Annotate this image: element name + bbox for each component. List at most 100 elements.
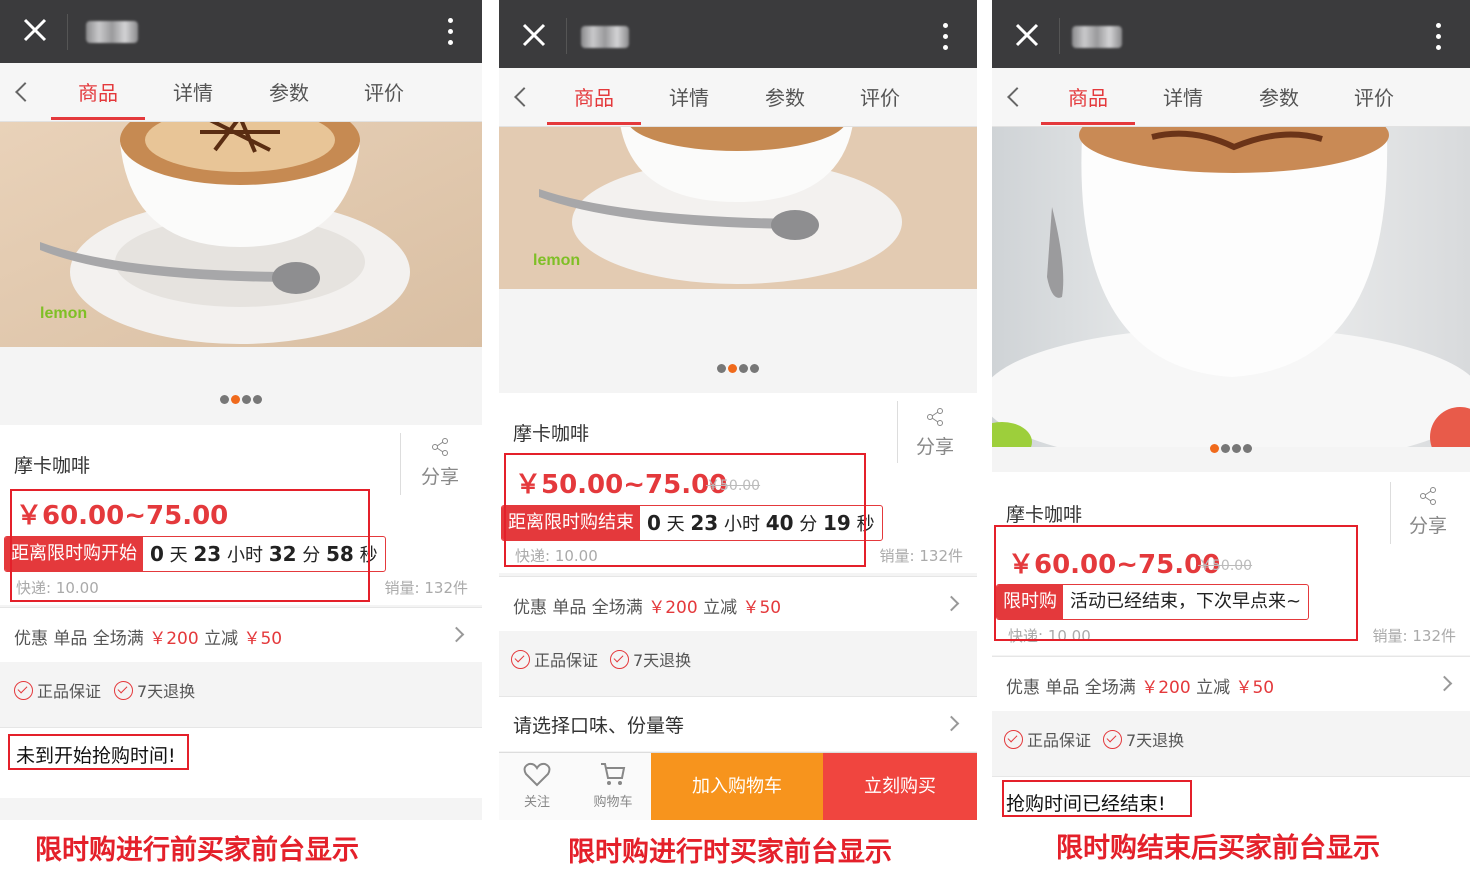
carousel-dots[interactable]	[0, 389, 482, 408]
tab-goods[interactable]: 商品	[547, 82, 641, 125]
blurred-title	[1072, 26, 1122, 48]
chevron-right-icon	[943, 595, 960, 612]
tab-reviews[interactable]: 评价	[845, 82, 915, 111]
status-note: 抢购时间已经结束!	[1006, 793, 1166, 815]
tab-bar: 商品 详情 参数 评价	[499, 68, 977, 127]
tab-reviews[interactable]: 评价	[349, 77, 419, 106]
share-icon	[432, 438, 448, 456]
bottom-action-bar: 关注 购物车 加入购物车 立刻购买	[499, 752, 977, 820]
highlight-box	[10, 489, 370, 602]
add-to-cart-button[interactable]: 加入购物车	[651, 753, 823, 820]
buy-now-button[interactable]: 立刻购买	[823, 753, 977, 820]
cart-icon	[601, 763, 626, 785]
options-row[interactable]: 请选择口味、份量等	[499, 696, 977, 751]
check-circle-icon	[610, 649, 629, 669]
promotion-row[interactable]: 优惠 单品 全场满 ￥200 立减 ￥50	[499, 576, 977, 631]
status-note: 未到开始抢购时间!	[16, 745, 176, 767]
blurred-title	[86, 21, 138, 43]
phone-screen-after: 商品 详情 参数 评价 摩卡咖啡 分享 ￥60.00~75.00 ￥50.00 …	[992, 0, 1470, 820]
divider	[897, 401, 898, 463]
divider	[1059, 18, 1060, 54]
caption-during: 限时购进行时买家前台显示	[568, 837, 892, 868]
promotion-text: 优惠 单品 全场满 ￥200 立减 ￥50	[1006, 678, 1275, 698]
tab-details[interactable]: 详情	[158, 77, 228, 106]
check-circle-icon	[14, 680, 33, 700]
product-image[interactable]: lemon	[0, 122, 482, 347]
phone-screen-before: 商品 详情 参数 评价 lemon 摩卡咖啡 分享 ￥60.00~75.00 距	[0, 0, 482, 820]
share-icon	[927, 408, 943, 426]
tab-goods[interactable]: 商品	[1041, 82, 1135, 125]
guarantee-authentic: 正品保证	[511, 647, 598, 671]
guarantee-authentic: 正品保证	[14, 678, 101, 702]
divider	[566, 18, 567, 54]
product-title: 摩卡咖啡	[1006, 504, 1083, 526]
check-circle-icon	[114, 680, 133, 700]
sales-count: 销量: 132件	[1372, 627, 1456, 645]
more-icon[interactable]	[1434, 21, 1442, 51]
carousel-dots[interactable]	[992, 438, 1470, 457]
share-label: 分享	[1408, 515, 1447, 537]
svg-text:lemon: lemon	[40, 305, 87, 322]
check-circle-icon	[511, 649, 530, 669]
guarantee-return: 7天退换	[114, 678, 195, 702]
share-label: 分享	[420, 466, 459, 488]
caption-before: 限时购进行前买家前台显示	[35, 835, 359, 866]
top-bar	[992, 0, 1470, 68]
check-circle-icon	[1103, 729, 1122, 749]
carousel-dots[interactable]	[499, 358, 977, 377]
back-chevron-icon[interactable]	[1007, 87, 1027, 107]
chevron-right-icon	[1436, 675, 1453, 692]
product-image[interactable]: lemon	[499, 127, 977, 289]
chevron-right-icon	[943, 715, 960, 732]
divider	[400, 433, 401, 495]
tab-details[interactable]: 详情	[654, 82, 724, 111]
product-title: 摩卡咖啡	[14, 455, 91, 477]
product-image[interactable]	[992, 127, 1470, 447]
tab-bar: 商品 详情 参数 评价	[992, 68, 1470, 127]
close-icon[interactable]	[521, 22, 547, 48]
cart-button[interactable]: 购物车	[583, 761, 643, 810]
follow-button[interactable]: 关注	[507, 761, 567, 810]
promotion-row[interactable]: 优惠 单品 全场满 ￥200 立减 ￥50	[992, 656, 1470, 711]
divider	[67, 14, 68, 50]
share-button[interactable]: 分享	[1406, 486, 1450, 538]
close-icon[interactable]	[1014, 22, 1040, 48]
heart-icon	[523, 762, 551, 787]
back-chevron-icon[interactable]	[15, 82, 35, 102]
promotion-text: 优惠 单品 全场满 ￥200 立减 ￥50	[513, 598, 782, 618]
more-icon[interactable]	[941, 21, 949, 51]
tab-params[interactable]: 参数	[254, 77, 324, 106]
tab-details[interactable]: 详情	[1148, 82, 1218, 111]
divider	[1390, 482, 1391, 544]
tab-reviews[interactable]: 评价	[1339, 82, 1409, 111]
tab-goods[interactable]: 商品	[51, 77, 145, 120]
top-bar	[499, 0, 977, 68]
promotion-row[interactable]: 优惠 单品 全场满 ￥200 立减 ￥50	[0, 607, 482, 662]
blurred-title	[581, 26, 629, 48]
options-text: 请选择口味、份量等	[513, 715, 685, 737]
share-button[interactable]: 分享	[418, 437, 462, 489]
svg-text:lemon: lemon	[533, 252, 580, 269]
phone-screen-during: 商品 详情 参数 评价 lemon 摩卡咖啡 分享 ￥50.00~75.00 ￥…	[499, 0, 977, 820]
guarantee-return: 7天退换	[610, 647, 691, 671]
check-circle-icon	[1004, 729, 1023, 749]
guarantee-authentic: 正品保证	[1004, 727, 1091, 751]
chevron-right-icon	[448, 626, 465, 643]
tab-params[interactable]: 参数	[1244, 82, 1314, 111]
highlight-box	[504, 453, 866, 567]
highlight-box	[994, 525, 1358, 641]
more-icon[interactable]	[446, 16, 454, 46]
top-bar	[0, 0, 482, 63]
back-chevron-icon[interactable]	[514, 87, 534, 107]
close-icon[interactable]	[22, 17, 48, 43]
product-title: 摩卡咖啡	[513, 423, 590, 445]
share-icon	[1420, 487, 1436, 505]
promotion-text: 优惠 单品 全场满 ￥200 立减 ￥50	[14, 629, 283, 649]
tab-bar: 商品 详情 参数 评价	[0, 63, 482, 122]
caption-after: 限时购结束后买家前台显示	[1056, 833, 1380, 864]
sales-count: 销量: 132件	[879, 547, 963, 565]
tab-params[interactable]: 参数	[750, 82, 820, 111]
guarantee-return: 7天退换	[1103, 727, 1184, 751]
sales-count: 销量: 132件	[384, 579, 468, 597]
share-button[interactable]: 分享	[913, 407, 957, 459]
